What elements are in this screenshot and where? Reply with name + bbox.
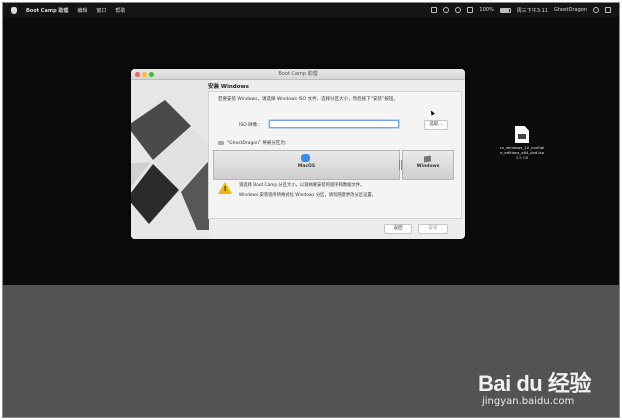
window-title: Boot Camp 助理 — [278, 71, 318, 77]
intro-text: 若要安装 Windows，请选择 Windows ISO 文件，选择分区大小，然… — [218, 97, 398, 102]
watermark-brand: Bai du 经验 — [478, 371, 591, 396]
windows-logo-icon — [424, 155, 431, 163]
warning-icon — [218, 182, 232, 194]
disk-icon — [218, 141, 224, 145]
iso-label: ISO 映像： — [239, 123, 262, 128]
mac-partition-name: MacOS — [297, 164, 316, 169]
back-button[interactable]: 返回 — [384, 224, 412, 234]
battery-icon[interactable] — [499, 7, 511, 13]
menu-help[interactable]: 帮助 — [115, 7, 125, 14]
choose-button[interactable]: 选取… — [424, 120, 448, 130]
window-titlebar: Boot Camp 助理 — [131, 69, 465, 80]
volume-icon[interactable] — [467, 7, 474, 13]
bootcamp-window: Boot Camp 助理 安装 Windows 若要安装 Windows，请选择… — [131, 69, 465, 239]
iso-image-field[interactable] — [269, 120, 399, 128]
watermark-url: jingyan.baidu.com — [482, 396, 575, 407]
bootcamp-logo-art — [131, 80, 209, 239]
windows-partition-name: Windows — [416, 164, 440, 169]
menu-edit[interactable]: 编辑 — [77, 7, 87, 14]
wifi-icon[interactable] — [455, 7, 462, 13]
clock[interactable]: 周三下午3:11 — [517, 7, 548, 14]
apple-menu-icon[interactable] — [11, 6, 17, 14]
file-size: 3.9 GB — [515, 155, 529, 160]
screen-frame: Boot Camp 助理 编辑 窗口 帮助 100% 周三下午3:11 Ghos… — [2, 2, 620, 418]
spotlight-icon[interactable] — [593, 7, 599, 13]
partition-label-text: “GhostDragon” 将被分区为： — [227, 141, 290, 146]
install-button[interactable]: 安装 — [418, 224, 448, 234]
desktop-iso-file[interactable]: cn_windows_10_multiple_editions_x64_dvd.… — [499, 126, 545, 160]
menu-bar: Boot Camp 助理 编辑 窗口 帮助 100% 周三下午3:11 Ghos… — [3, 3, 619, 17]
baidu-jingyan-watermark: Bai du 经验 jingyan.baidu.com — [478, 366, 598, 410]
time-machine-icon[interactable] — [443, 7, 450, 13]
mac-partition: MacOS — [213, 150, 400, 180]
notification-center-icon[interactable] — [605, 7, 611, 13]
status-icon[interactable] — [431, 7, 438, 13]
finder-icon — [301, 154, 310, 162]
section-heading: 安装 Windows — [208, 84, 249, 90]
menu-app-name[interactable]: Boot Camp 助理 — [26, 7, 68, 14]
partition-label: “GhostDragon” 将被分区为： — [218, 140, 289, 146]
warning-line-2: Windows 安装程序将格式化 Windows 分区，请勿随意更改分区设置。 — [239, 193, 376, 198]
battery-percent: 100% — [479, 7, 494, 13]
file-name: cn_windows_10_multiple_editions_x64_dvd.… — [499, 145, 545, 155]
install-panel: 若要安装 Windows，请选择 Windows ISO 文件，选择分区大小，然… — [208, 91, 462, 219]
user-name[interactable]: GhostDragon — [554, 7, 587, 13]
windows-partition: Windows — [402, 150, 454, 180]
mouse-cursor-icon — [429, 109, 435, 116]
disk-image-file-icon — [515, 126, 529, 143]
menu-window[interactable]: 窗口 — [96, 7, 106, 14]
warning-line-1: 请选择 Boot Camp 分区大小，以容纳要安装的程序和数据文件。 — [239, 183, 365, 188]
